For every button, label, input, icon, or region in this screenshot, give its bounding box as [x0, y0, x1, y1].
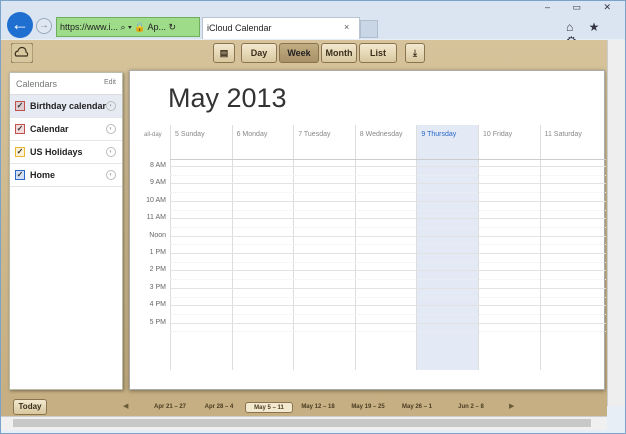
share-icon[interactable]: ◐	[106, 101, 116, 111]
horizontal-scroll-thumb[interactable]	[13, 419, 591, 427]
tab-month[interactable]: Month	[321, 43, 357, 63]
calendar-item[interactable]: ✓ US Holidays ◐	[10, 141, 122, 164]
hour-line	[170, 235, 606, 237]
window-controls[interactable]: – ▭ ✕	[545, 2, 621, 13]
browser-tab[interactable]: iCloud Calendar	[202, 17, 360, 39]
half-hour-line	[170, 192, 606, 194]
calendar-item[interactable]: ✓ Calendar ◐	[10, 118, 122, 141]
half-hour-line	[170, 331, 606, 333]
week-range[interactable]: Apr 28 – 4	[197, 402, 241, 413]
hour-label: 1 PM	[149, 249, 166, 256]
half-hour-line	[170, 209, 606, 211]
hour-line	[170, 270, 606, 272]
calendar-label: Birthday calendar	[30, 101, 107, 111]
week-range[interactable]: May 12 – 18	[295, 402, 341, 413]
vertical-scrollbar[interactable]	[607, 40, 625, 406]
hour-line	[170, 218, 606, 220]
tab-title: iCloud Calendar	[207, 23, 272, 33]
hour-label: Noon	[149, 231, 166, 239]
icloud-icon[interactable]	[10, 42, 34, 64]
week-navigator: Today ◀ Apr 21 – 27 Apr 28 – 4 May 5 – 11 M…	[1, 396, 607, 418]
calendar-label: US Holidays	[30, 147, 83, 157]
day-header: 9 Thursday	[416, 125, 478, 159]
half-hour-line	[170, 296, 606, 298]
day-header: 8 Wednesday	[354, 125, 417, 159]
day-header: 10 Friday	[478, 125, 540, 159]
next-week-icon[interactable]: ▶	[509, 402, 514, 410]
back-button[interactable]: ←	[7, 12, 33, 38]
day-header: 11 Saturday	[539, 125, 602, 159]
hour-line	[170, 183, 606, 185]
hour-line	[170, 166, 606, 167]
half-hour-line	[170, 226, 606, 228]
sidebar-title: Calendars	[16, 79, 58, 89]
tab-day[interactable]: Day	[241, 43, 277, 63]
calendars-sidebar: Calendars Edit ✓ Birthday calendar ◐ ✓ Calen…	[9, 72, 123, 390]
half-hour-line	[170, 244, 606, 246]
tab-list[interactable]: List	[359, 43, 397, 63]
share-icon[interactable]: ◐	[106, 170, 116, 180]
day-header: 6 Monday	[231, 125, 294, 159]
hour-label: 11 AM	[146, 214, 166, 222]
prev-week-icon[interactable]: ◀	[123, 402, 128, 410]
hour-label: 8 AM	[150, 162, 166, 169]
week-range[interactable]: May 26 – 1	[395, 402, 439, 413]
week-range[interactable]: Jun 2 – 8	[447, 402, 495, 413]
hour-line	[170, 200, 606, 202]
calendar-item[interactable]: ✓ Birthday calendar ◐	[10, 95, 122, 118]
checkbox-icon[interactable]: ✓	[15, 147, 25, 157]
edit-link[interactable]: Edit	[104, 79, 116, 86]
tab-week[interactable]: Week	[279, 43, 319, 63]
app-toolbar: ▤ Day Week Month List ⤓	[1, 40, 607, 68]
month-title: May 2013	[168, 83, 287, 113]
hour-label: 5 PM	[149, 318, 166, 326]
download-icon[interactable]: ⤓	[405, 43, 425, 63]
forward-button[interactable]: →	[36, 18, 52, 34]
half-hour-line	[170, 279, 606, 281]
week-view: May 2013 all-day 5 Sunday 6 Monday 7 Tuesd…	[129, 70, 606, 390]
share-icon[interactable]: ◐	[106, 124, 116, 134]
calendar-list-icon[interactable]: ▤	[213, 43, 235, 63]
checkbox-icon[interactable]: ✓	[15, 170, 25, 180]
today-button[interactable]: Today	[13, 399, 47, 415]
week-range[interactable]: May 19 – 25	[345, 402, 391, 413]
share-icon[interactable]: ◐	[106, 147, 116, 157]
hour-line	[170, 253, 606, 254]
calendar-item[interactable]: ✓ Home ◐	[10, 164, 122, 187]
half-hour-line	[170, 174, 606, 176]
checkbox-icon[interactable]: ✓	[15, 101, 25, 111]
calendar-label: Calendar	[30, 124, 69, 134]
half-hour-line	[170, 261, 606, 263]
hour-line	[170, 287, 606, 289]
half-hour-line	[170, 313, 606, 315]
week-range[interactable]: Apr 21 – 27	[149, 402, 191, 413]
hour-label: 4 PM	[149, 301, 166, 309]
hour-label: 3 PM	[149, 283, 166, 291]
new-tab-button[interactable]	[360, 20, 378, 38]
close-tab-icon[interactable]: ×	[344, 22, 349, 32]
day-header: 5 Sunday	[170, 125, 232, 159]
week-range[interactable]: May 5 – 11	[245, 402, 293, 413]
calendar-app: ▤ Day Week Month List ⤓ Calendars Edit ✓…	[1, 40, 607, 418]
time-grid[interactable]: 8 AM 9 AM 10 AM 11 AM Noon 1 PM 2 PM 3 PM 4 PM 5 …	[146, 159, 606, 370]
calendar-label: Home	[30, 170, 56, 180]
hour-label: 2 PM	[149, 266, 166, 274]
all-day-label: all-day	[144, 132, 162, 138]
checkbox-icon[interactable]: ✓	[15, 124, 25, 134]
hour-label: 9 AM	[150, 179, 166, 187]
address-bar[interactable]: https://www.i... ⌕ ▾ 🔒 Ap... ↻	[56, 17, 200, 37]
hour-line	[170, 305, 606, 307]
hour-line	[170, 322, 606, 324]
day-header: 7 Tuesday	[293, 125, 355, 159]
hour-label: 10 AM	[146, 196, 166, 204]
